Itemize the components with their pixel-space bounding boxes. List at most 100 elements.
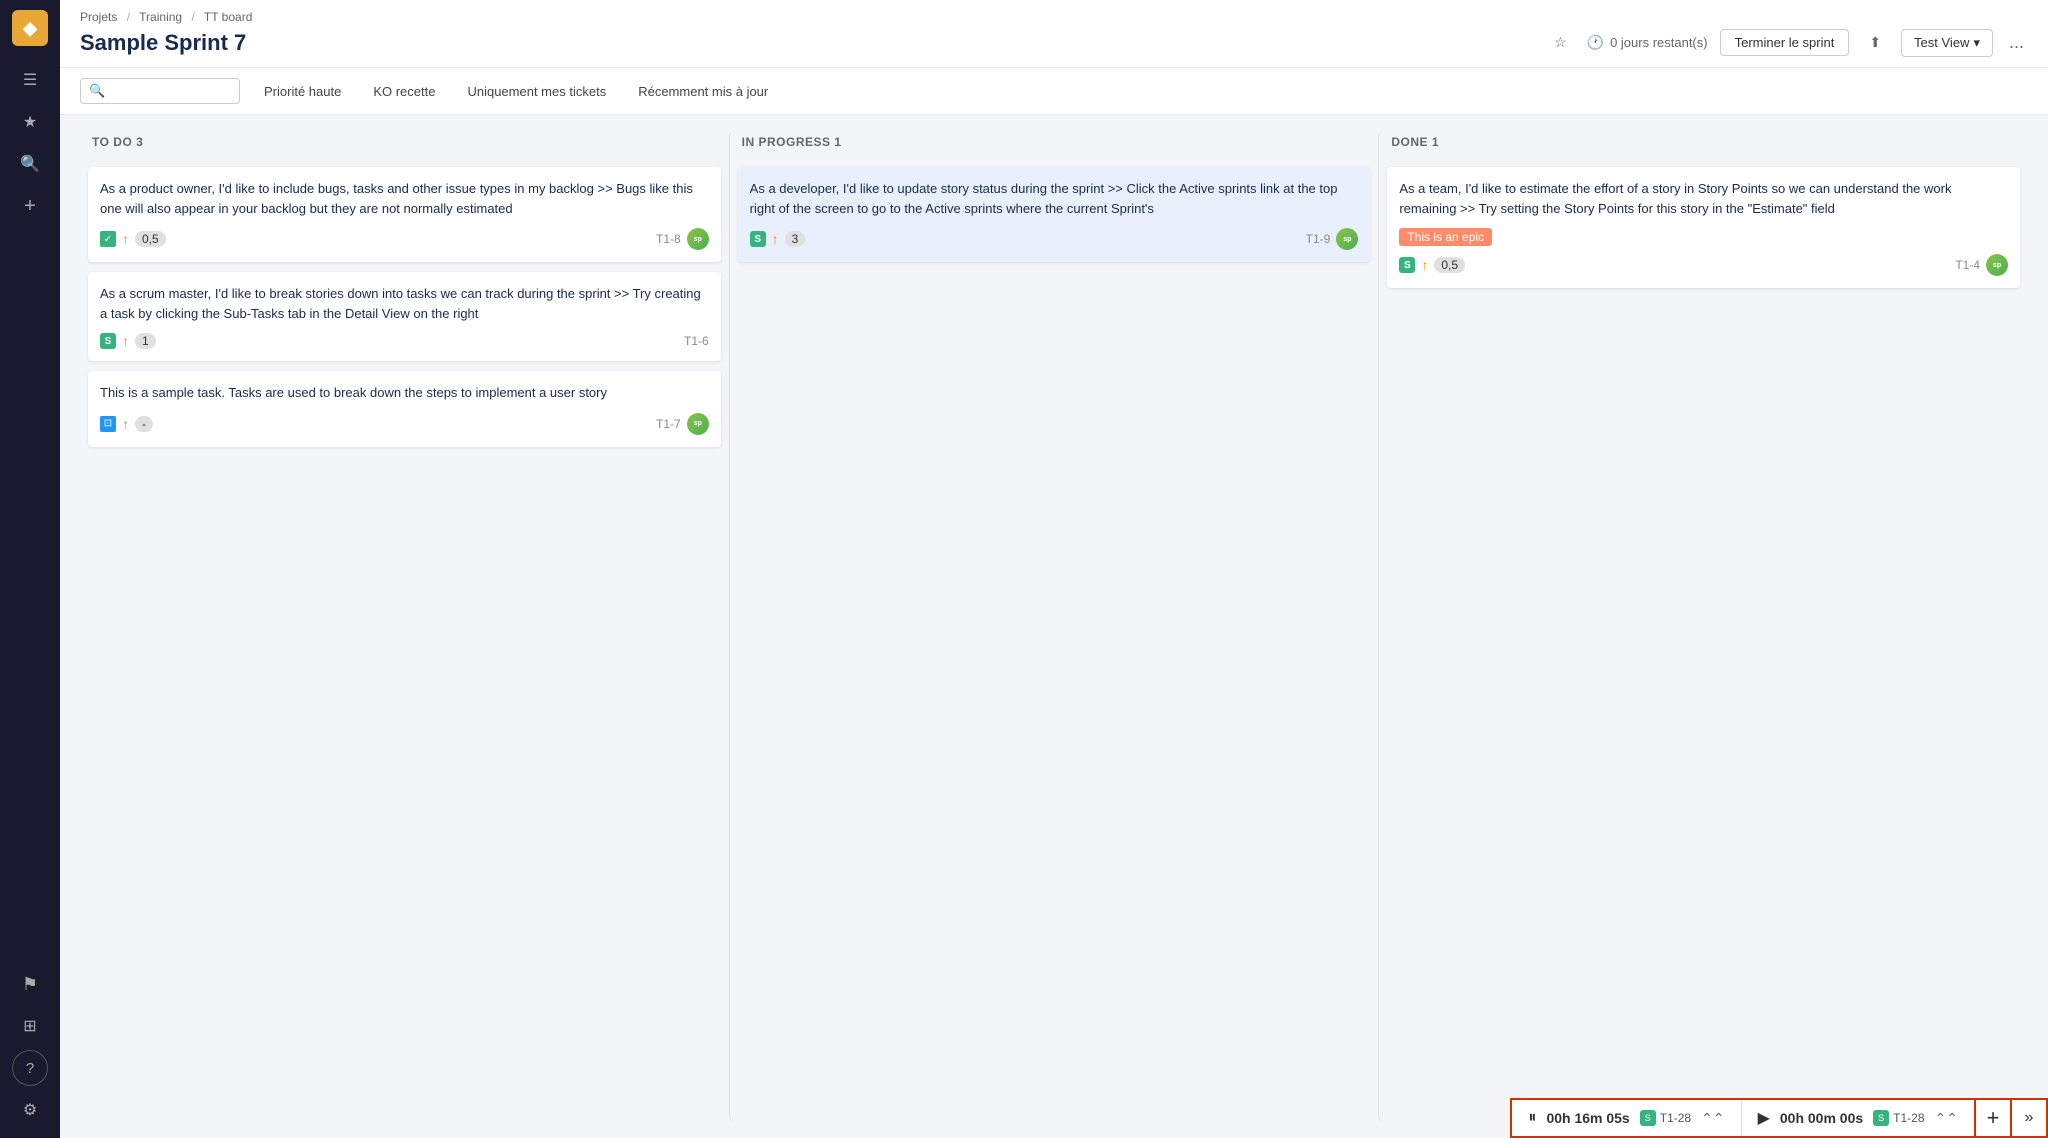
sidebar-item-settings[interactable]: ⚙ (12, 1092, 48, 1128)
card-footer-right-t1-8: T1-8 sp (656, 228, 709, 250)
story-type-icon-t1-6: S (100, 333, 116, 349)
avatar-t1-9: sp (1336, 228, 1358, 250)
breadcrumb-training[interactable]: Training (139, 10, 182, 24)
timer-expand-1[interactable]: ⌃⌃ (1701, 1110, 1724, 1127)
sprint-info: 🕐 0 jours restant(s) (1587, 34, 1708, 51)
filter-haute-priorite[interactable]: Priorité haute (256, 80, 349, 103)
priority-icon-t1-4: ↑ (1421, 257, 1428, 273)
avatar-t1-7: sp (687, 413, 709, 435)
star-button[interactable]: ☆ (1546, 30, 1575, 55)
breadcrumb-board[interactable]: TT board (204, 10, 252, 24)
time-remaining: 0 jours restant(s) (1610, 35, 1708, 50)
sidebar-item-create[interactable]: + (12, 188, 48, 224)
share-icon: ⬆ (1869, 34, 1881, 51)
card-footer-t1-4: S ↑ 0,5 T1-4 sp (1399, 254, 2008, 276)
sidebar-item-menu[interactable]: ☰ (12, 62, 48, 98)
end-sprint-button[interactable]: Terminer le sprint (1720, 29, 1850, 56)
card-text-t1-4: As a team, I'd like to estimate the effo… (1399, 179, 2008, 218)
story-type-icon-t1-4: S (1399, 257, 1415, 273)
card-t1-4[interactable]: As a team, I'd like to estimate the effo… (1387, 167, 2020, 288)
timer-ticket-id-1: T1-28 (1660, 1111, 1691, 1125)
topbar-actions: ☆ 🕐 0 jours restant(s) Terminer le sprin… (1546, 28, 2028, 57)
board: TO DO 3 As a product owner, I'd like to … (60, 115, 2048, 1138)
column-done: DONE 1 As a team, I'd like to estimate t… (1378, 131, 2028, 1122)
story-type-icon-t1-9: S (750, 231, 766, 247)
sidebar: ◆ ☰ ★ 🔍 + ⚑ ⊞ ? ⚙ (0, 0, 60, 1138)
avatar-t1-4: sp (1986, 254, 2008, 276)
column-header-todo: TO DO 3 (88, 131, 721, 157)
priority-icon-t1-9: ↑ (772, 231, 779, 247)
priority-icon-t1-6: ↑ (122, 333, 129, 349)
card-t1-9[interactable]: As a developer, I'd like to update story… (738, 167, 1371, 262)
timer-add-button[interactable]: + (1976, 1098, 2012, 1138)
card-footer-t1-8: ✓ ↑ 0,5 T1-8 sp (100, 228, 709, 250)
estimate-t1-6: 1 (135, 333, 156, 349)
card-t1-7[interactable]: This is a sample task. Tasks are used to… (88, 371, 721, 447)
search-box[interactable]: 🔍 (80, 78, 240, 104)
more-button[interactable]: ... (2005, 28, 2028, 57)
timer-more-button[interactable]: » (2012, 1098, 2048, 1138)
timer-time-1: 00h 16m 05s (1546, 1110, 1629, 1126)
search-input[interactable] (111, 84, 231, 99)
timer-story-icon-2: S (1873, 1110, 1889, 1126)
estimate-t1-8: 0,5 (135, 231, 166, 247)
column-header-done: DONE 1 (1387, 131, 2020, 157)
card-text-t1-8: As a product owner, I'd like to include … (100, 179, 709, 218)
avatar-t1-8: sp (687, 228, 709, 250)
priority-icon-t1-8: ↑ (122, 231, 129, 247)
breadcrumb-projets[interactable]: Projets (80, 10, 117, 24)
card-footer-t1-6: S ↑ 1 T1-6 (100, 333, 709, 349)
estimate-t1-4: 0,5 (1434, 257, 1465, 273)
timer-ticket-2: S T1-28 (1873, 1110, 1924, 1126)
estimate-t1-9: 3 (785, 231, 806, 247)
timer-expand-2[interactable]: ⌃⌃ (1935, 1110, 1958, 1127)
card-text-t1-7: This is a sample task. Tasks are used to… (100, 383, 709, 403)
card-t1-6[interactable]: As a scrum master, I'd like to break sto… (88, 272, 721, 361)
timer-play-button[interactable]: ▶ (1758, 1108, 1770, 1128)
sidebar-item-help[interactable]: ? (12, 1050, 48, 1086)
ticket-id-t1-8: T1-8 (656, 232, 681, 246)
epic-badge-t1-4: This is an epic (1399, 228, 1492, 246)
card-footer-left-t1-7: ⊡ ↑ - (100, 416, 153, 432)
timer-ticket-id-2: T1-28 (1893, 1111, 1924, 1125)
filter-ko-recette[interactable]: KO recette (365, 80, 443, 103)
filterbar: 🔍 Priorité haute KO recette Uniquement m… (60, 68, 2048, 115)
timer-ticket-1: S T1-28 (1640, 1110, 1691, 1126)
share-button[interactable]: ⬆ (1861, 30, 1889, 55)
card-footer-t1-7: ⊡ ↑ - T1-7 sp (100, 413, 709, 435)
column-todo: TO DO 3 As a product owner, I'd like to … (80, 131, 729, 1122)
column-inprogress: IN PROGRESS 1 As a developer, I'd like t… (729, 131, 1379, 1122)
topbar: Projets / Training / TT board Sample Spr… (60, 0, 2048, 68)
view-button[interactable]: Test View ▾ (1901, 29, 1993, 57)
card-text-t1-9: As a developer, I'd like to update story… (750, 179, 1359, 218)
breadcrumb-sep-2: / (191, 10, 194, 24)
card-footer-right-t1-6: T1-6 (684, 334, 709, 348)
timer-time-2: 00h 00m 00s (1780, 1110, 1863, 1126)
timer-pause-button[interactable]: ⏸ (1528, 1109, 1536, 1127)
card-footer-left-t1-6: S ↑ 1 (100, 333, 156, 349)
view-label: Test View (1914, 35, 1969, 50)
card-footer-right-t1-9: T1-9 sp (1306, 228, 1359, 250)
sidebar-item-apps[interactable]: ⊞ (12, 1008, 48, 1044)
timer-panel-2: ▶ 00h 00m 00s S T1-28 ⌃⌃ (1742, 1100, 1974, 1136)
sidebar-item-reports[interactable]: ⚑ (12, 966, 48, 1002)
card-footer-left-t1-8: ✓ ↑ 0,5 (100, 231, 166, 247)
card-text-t1-6: As a scrum master, I'd like to break sto… (100, 284, 709, 323)
sidebar-item-favorites[interactable]: ★ (12, 104, 48, 140)
card-t1-8[interactable]: As a product owner, I'd like to include … (88, 167, 721, 262)
app-logo[interactable]: ◆ (12, 10, 48, 46)
ticket-id-t1-7: T1-7 (656, 417, 681, 431)
priority-icon-t1-7: ↑ (122, 416, 129, 432)
ticket-id-t1-4: T1-4 (1955, 258, 1980, 272)
filter-mes-tickets[interactable]: Uniquement mes tickets (459, 80, 614, 103)
task-type-icon-t1-7: ⊡ (100, 416, 116, 432)
card-footer-left-t1-9: S ↑ 3 (750, 231, 806, 247)
topbar-row: Sample Sprint 7 ☆ 🕐 0 jours restant(s) T… (80, 28, 2028, 67)
filter-recent[interactable]: Récemment mis à jour (630, 80, 776, 103)
ticket-id-t1-9: T1-9 (1306, 232, 1331, 246)
story-type-icon-t1-8: ✓ (100, 231, 116, 247)
sidebar-item-search[interactable]: 🔍 (12, 146, 48, 182)
search-icon: 🔍 (89, 83, 105, 99)
timer-panel-1: ⏸ 00h 16m 05s S T1-28 ⌃⌃ (1512, 1100, 1741, 1136)
card-footer-left-t1-4: S ↑ 0,5 (1399, 257, 1465, 273)
